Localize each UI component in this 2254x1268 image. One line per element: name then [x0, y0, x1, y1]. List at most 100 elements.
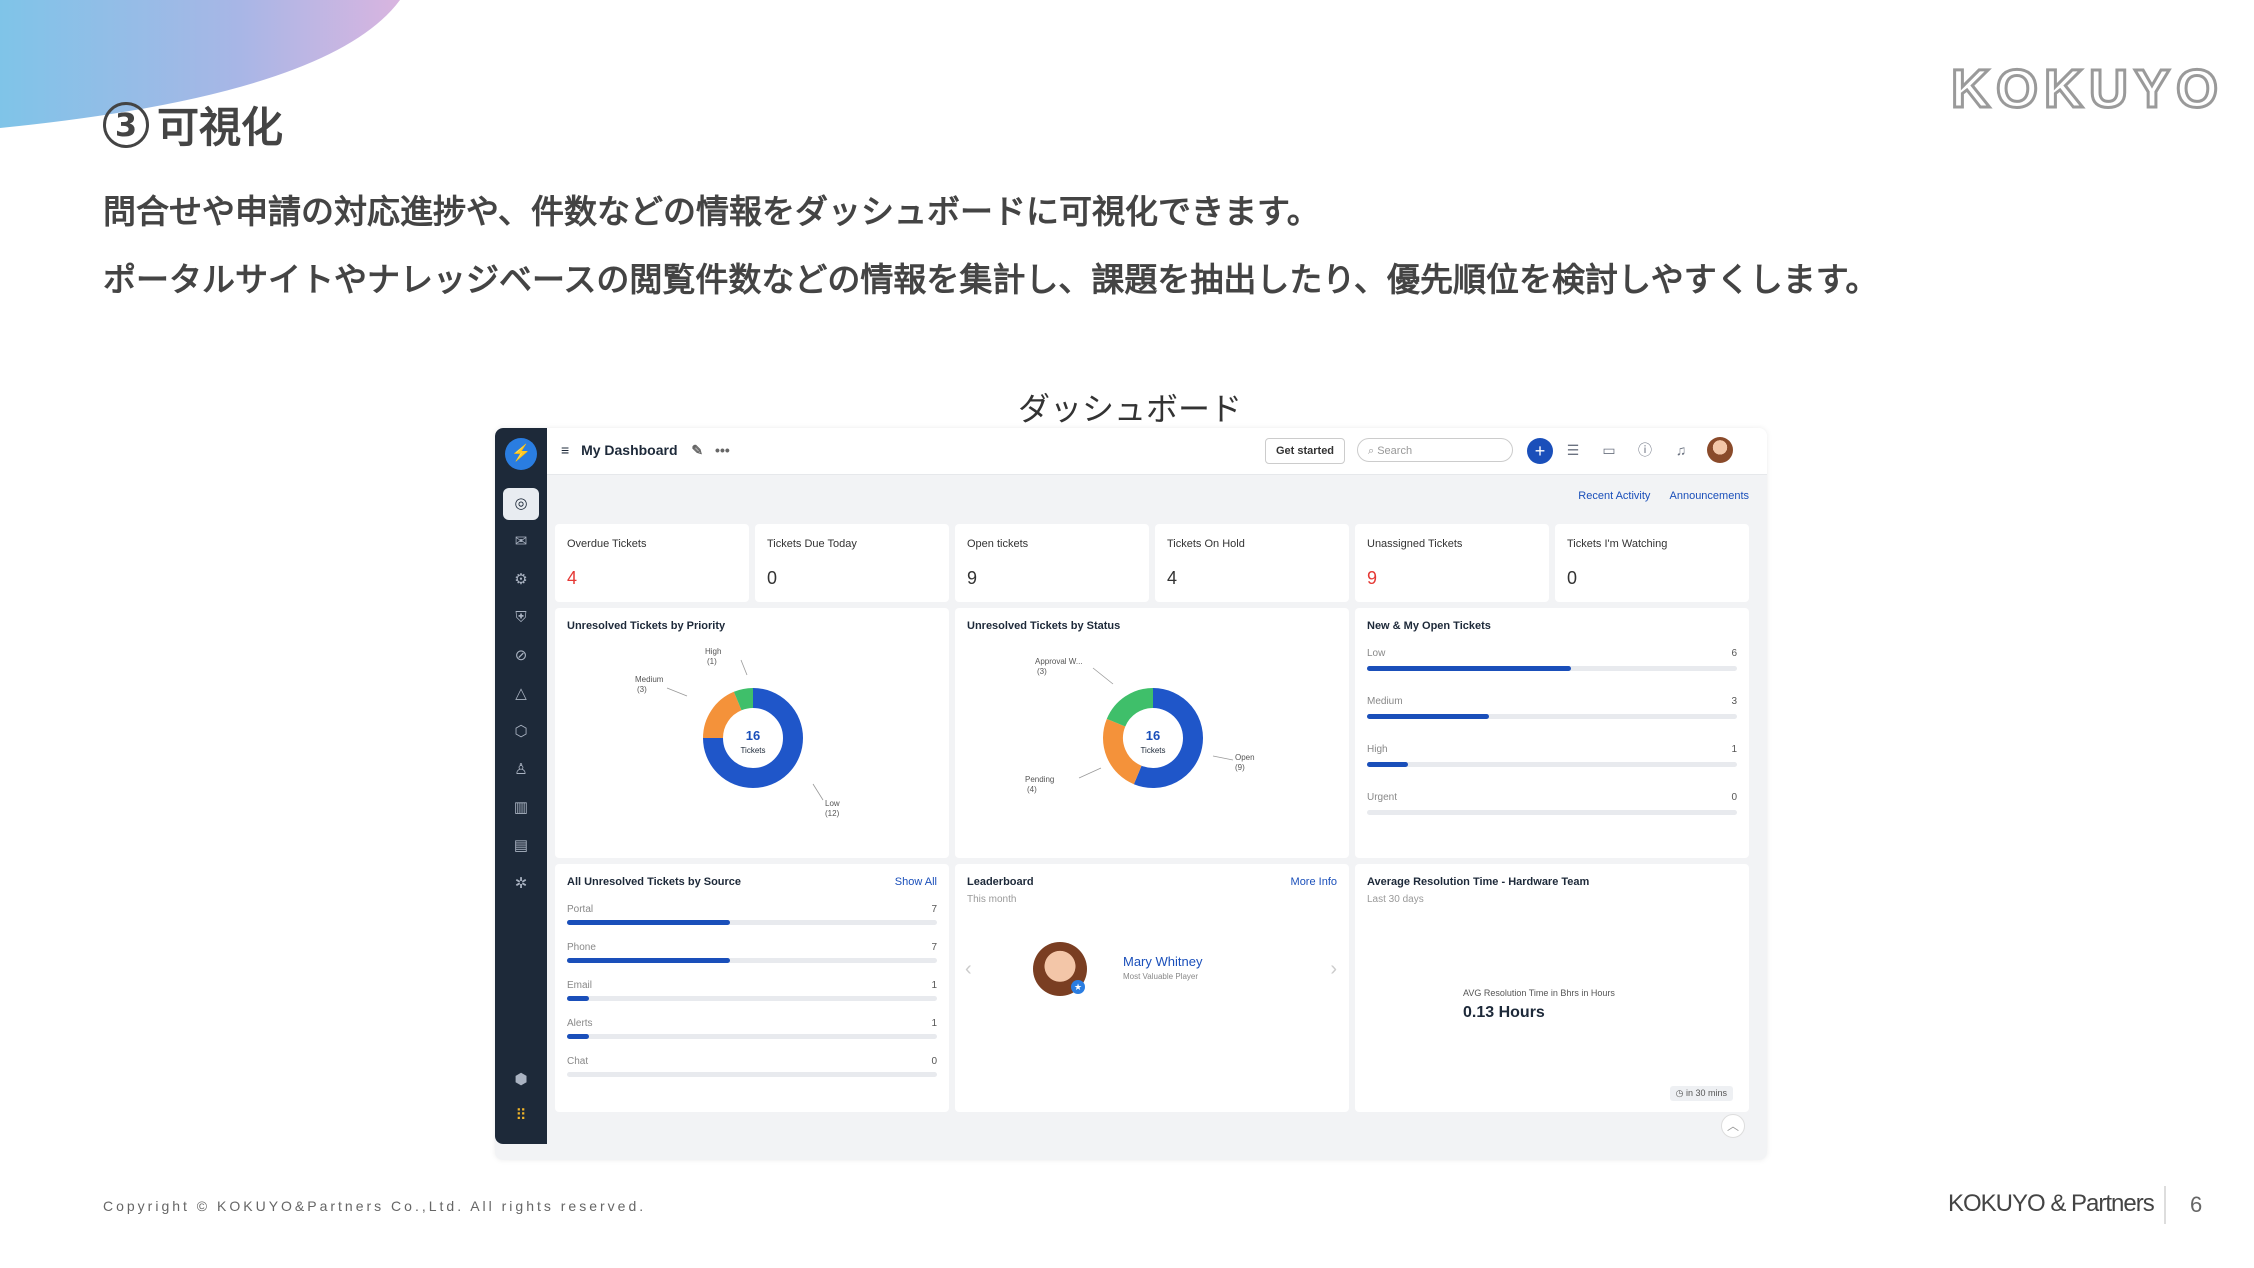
- dashboard-title: My Dashboard: [581, 442, 678, 458]
- donut-slice-approval-w-[interactable]: [1106, 688, 1154, 728]
- progress-fill: [567, 1034, 590, 1039]
- scroll-up-icon[interactable]: ︿: [1721, 1114, 1745, 1138]
- priority-chart-card: Unresolved Tickets by Priority 16 Ticket…: [555, 608, 949, 858]
- announcements-link[interactable]: Announcements: [1670, 490, 1750, 502]
- label-high-count: (1): [707, 657, 717, 666]
- copyright-text: Copyright © KOKUYO&Partners Co.,Ltd. All…: [103, 1198, 647, 1214]
- changes-icon[interactable]: ⊘: [509, 644, 533, 668]
- settings-icon[interactable]: ✲: [509, 872, 533, 896]
- row-label: Portal: [567, 904, 594, 915]
- bell-icon[interactable]: ♫: [1671, 440, 1691, 460]
- label-low-count: (12): [825, 809, 840, 818]
- alert-icon[interactable]: △: [509, 682, 533, 706]
- search-input[interactable]: ⌕ Search: [1357, 438, 1513, 462]
- get-started-button[interactable]: Get started: [1265, 438, 1345, 464]
- donut-center-label: Tickets: [1140, 746, 1165, 755]
- card-title: Leaderboard: [967, 876, 1034, 888]
- kpi-card-open[interactable]: Open tickets 9: [955, 524, 1149, 602]
- row-value: 1: [931, 1018, 937, 1029]
- kpi-value: 4: [1167, 568, 1178, 588]
- shield-icon[interactable]: ⛨: [509, 606, 533, 630]
- kpi-label: Overdue Tickets: [567, 538, 647, 550]
- resolution-card: Average Resolution Time - Hardware Team …: [1355, 864, 1749, 1112]
- progress-track: [1367, 810, 1737, 815]
- kpi-card-watching[interactable]: Tickets I'm Watching 0: [1555, 524, 1749, 602]
- progress-track: [567, 996, 937, 1001]
- leader-name: Mary Whitney: [1123, 954, 1203, 969]
- donut-slice-high[interactable]: [733, 688, 754, 711]
- users-icon[interactable]: ♙: [509, 758, 533, 782]
- user-avatar[interactable]: [1707, 437, 1733, 463]
- card-subtitle: Last 30 days: [1367, 894, 1424, 905]
- kpi-card-due-today[interactable]: Tickets Due Today 0: [755, 524, 949, 602]
- kpi-card-overdue[interactable]: Overdue Tickets 4: [555, 524, 749, 602]
- kpi-value: 0: [767, 568, 778, 588]
- add-button[interactable]: +: [1527, 438, 1553, 464]
- recent-activity-link[interactable]: Recent Activity: [1578, 490, 1650, 502]
- label-open: Open: [1235, 753, 1255, 762]
- footer-brand: KOKUYO & Partners: [1948, 1190, 2155, 1217]
- next-arrow-icon[interactable]: ›: [1330, 958, 1337, 981]
- edit-icon[interactable]: ✎: [691, 442, 703, 458]
- card-subtitle: This month: [967, 894, 1017, 905]
- label-approval-count: (3): [1037, 667, 1047, 676]
- row-label: Alerts: [567, 1018, 593, 1029]
- assets-icon[interactable]: ⬡: [509, 720, 533, 744]
- tickets-icon[interactable]: ✉: [509, 530, 533, 554]
- menu-icon[interactable]: ≡: [561, 442, 569, 458]
- show-all-link[interactable]: Show All: [895, 876, 937, 888]
- calendar-icon[interactable]: ▭: [1599, 440, 1619, 460]
- donut-slice-pending[interactable]: [1103, 718, 1143, 785]
- app-logo-icon[interactable]: ⚡: [505, 438, 537, 470]
- kpi-value: 4: [567, 568, 578, 588]
- knowledge-icon[interactable]: ▥: [509, 796, 533, 820]
- kpi-label: Tickets I'm Watching: [1567, 538, 1668, 550]
- section-number: 3: [103, 101, 149, 148]
- help-icon[interactable]: ⓘ: [1635, 440, 1655, 460]
- progress-fill: [567, 996, 590, 1001]
- row-value: 3: [1731, 696, 1737, 707]
- prev-arrow-icon[interactable]: ‹: [965, 958, 972, 981]
- row-value: 1: [1731, 744, 1737, 755]
- label-open-count: (9): [1235, 763, 1245, 772]
- more-icon[interactable]: •••: [715, 442, 730, 458]
- dashboard-icon[interactable]: ◎: [503, 488, 539, 520]
- more-info-link[interactable]: More Info: [1291, 876, 1337, 888]
- slide-title-text: 可視化: [157, 103, 284, 152]
- kpi-card-unassigned[interactable]: Unassigned Tickets 9: [1355, 524, 1549, 602]
- kpi-card-on-hold[interactable]: Tickets On Hold 4: [1155, 524, 1349, 602]
- row-value: 1: [931, 980, 937, 991]
- search-icon: ⌕: [1368, 445, 1378, 457]
- row-value: 7: [931, 904, 937, 915]
- label-pending: Pending: [1025, 775, 1054, 784]
- kpi-label: Tickets On Hold: [1167, 538, 1245, 550]
- metric-label: AVG Resolution Time in Bhrs in Hours: [1463, 988, 1615, 998]
- refresh-badge: ◷ in 30 mins: [1669, 1086, 1733, 1101]
- dashboard-screenshot: ⚡ ◎ ✉ ⚙ ⛨ ⊘ △ ⬡ ♙ ▥ ▤ ✲ ⬢ ⠿ ≡ My Dashboa…: [495, 428, 1767, 1160]
- card-title: Average Resolution Time - Hardware Team: [1367, 876, 1590, 888]
- footer-separator: [2164, 1186, 2166, 1224]
- kpi-label: Unassigned Tickets: [1367, 538, 1463, 550]
- apps-grid-icon[interactable]: ⠿: [509, 1104, 533, 1128]
- donut-slice-medium[interactable]: [703, 691, 743, 739]
- problems-icon[interactable]: ⚙: [509, 568, 533, 592]
- label-medium-count: (3): [637, 685, 647, 694]
- new-open-tickets-card: New & My Open Tickets Low 6 Medium 3 Hig…: [1355, 608, 1749, 858]
- label-approval: Approval W...: [1035, 657, 1083, 666]
- reports-icon[interactable]: ▤: [509, 834, 533, 858]
- kpi-value: 0: [1567, 568, 1578, 588]
- progress-track: [567, 958, 937, 963]
- dashboard-header: ≡ My Dashboard ✎ •••: [561, 442, 730, 459]
- progress-fill: [1367, 666, 1571, 671]
- clock-icon: ◷: [1675, 1088, 1686, 1098]
- kpi-label: Open tickets: [967, 538, 1029, 550]
- row-label: Urgent: [1367, 792, 1398, 803]
- kokuyo-logo: KOKUYO: [1949, 58, 2224, 121]
- donut-center-value: 16: [1146, 728, 1160, 743]
- card-title: All Unresolved Tickets by Source: [567, 876, 742, 888]
- cube-icon[interactable]: ⬢: [509, 1068, 533, 1092]
- progress-track: [567, 920, 937, 925]
- label-low: Low: [825, 799, 840, 808]
- row-label: Phone: [567, 942, 596, 953]
- list-icon[interactable]: ☰: [1563, 440, 1583, 460]
